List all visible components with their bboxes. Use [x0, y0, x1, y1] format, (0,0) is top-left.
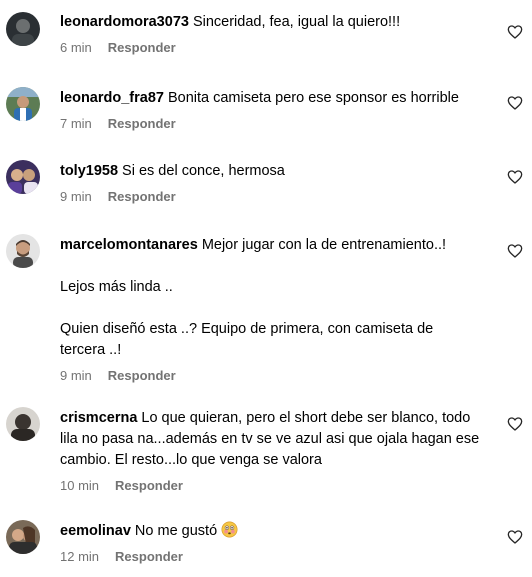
comment-username[interactable]: crismcerna — [60, 410, 137, 426]
reply-button[interactable]: Responder — [108, 189, 176, 204]
comment-meta: 7 min Responder — [60, 115, 480, 133]
comment-paragraph: Quien diseñó esta ..? Equipo de primera,… — [60, 321, 434, 358]
reply-button[interactable]: Responder — [115, 549, 183, 564]
comment-username[interactable]: leonardomora3073 — [60, 14, 189, 30]
reply-button[interactable]: Responder — [115, 478, 183, 493]
comment-text: Bonita camiseta pero ese sponsor es horr… — [167, 90, 459, 106]
comment-time: 9 min — [60, 368, 92, 383]
reply-button[interactable]: Responder — [108, 368, 176, 383]
comment-username[interactable]: eemolinav — [60, 523, 131, 539]
reply-button[interactable]: Responder — [108, 40, 176, 55]
avatar[interactable] — [6, 87, 40, 121]
heart-icon[interactable] — [507, 243, 523, 259]
reply-button[interactable]: Responder — [108, 116, 176, 131]
avatar[interactable] — [6, 12, 40, 46]
avatar[interactable] — [6, 160, 40, 194]
comment-paragraph: crismcerna Lo que quieran, pero el short … — [60, 408, 480, 471]
comment-body: crismcerna Lo que quieran, pero el short … — [60, 408, 480, 495]
comment-paragraph: toly1958 Si es del conce, hermosa — [60, 161, 480, 182]
comment-time: 12 min — [60, 549, 100, 564]
comment-body: marcelomontanares Mejor jugar con la de e… — [60, 235, 480, 385]
comment-body: leonardomora3073 Sinceridad, fea, igual l… — [60, 12, 480, 57]
comment-paragraph: marcelomontanares Mejor jugar con la de e… — [60, 235, 480, 256]
heart-icon[interactable] — [507, 416, 523, 432]
comment-body: toly1958 Si es del conce, hermosa 9 min Re… — [60, 161, 480, 206]
comment-username[interactable]: marcelomontanares — [60, 237, 198, 253]
comment-paragraph: Lejos más linda .. — [60, 279, 173, 295]
avatar[interactable] — [6, 234, 40, 268]
comment-body: leonardo_fra87 Bonita camiseta pero ese s… — [60, 88, 480, 133]
comment-paragraph: leonardomora3073 Sinceridad, fea, igual l… — [60, 12, 480, 33]
comment-text: Sinceridad, fea, igual la quiero!!! — [192, 14, 401, 30]
heart-icon[interactable] — [507, 95, 523, 111]
flushed-face-emoji — [221, 521, 238, 538]
comment-time: 9 min — [60, 189, 92, 204]
comment-username[interactable]: toly1958 — [60, 163, 118, 179]
comment-username[interactable]: leonardo_fra87 — [60, 90, 164, 106]
heart-icon[interactable] — [507, 529, 523, 545]
comment-meta: 9 min Responder — [60, 188, 480, 206]
heart-icon[interactable] — [507, 169, 523, 185]
comment-meta: 12 min Responder — [60, 548, 480, 566]
comment-paragraph: leonardo_fra87 Bonita camiseta pero ese s… — [60, 88, 480, 109]
comment-meta: 10 min Responder — [60, 477, 480, 495]
comment-paragraph: eemolinav No me gustó — [60, 521, 480, 542]
comment-time: 7 min — [60, 116, 92, 131]
comment-text: Si es del conce, hermosa — [122, 163, 285, 179]
comment-meta: 9 min Responder — [60, 367, 480, 385]
comment-text: Mejor jugar con la de entrenamiento..! — [201, 237, 447, 253]
comment-body: eemolinav No me gustó 12 min Responder — [60, 521, 480, 566]
heart-icon[interactable] — [507, 24, 523, 40]
avatar[interactable] — [6, 407, 40, 441]
comment-text: No me gustó — [134, 523, 218, 539]
comment-time: 6 min — [60, 40, 92, 55]
comment-meta: 6 min Responder — [60, 39, 480, 57]
comment-time: 10 min — [60, 478, 100, 493]
avatar[interactable] — [6, 520, 40, 554]
